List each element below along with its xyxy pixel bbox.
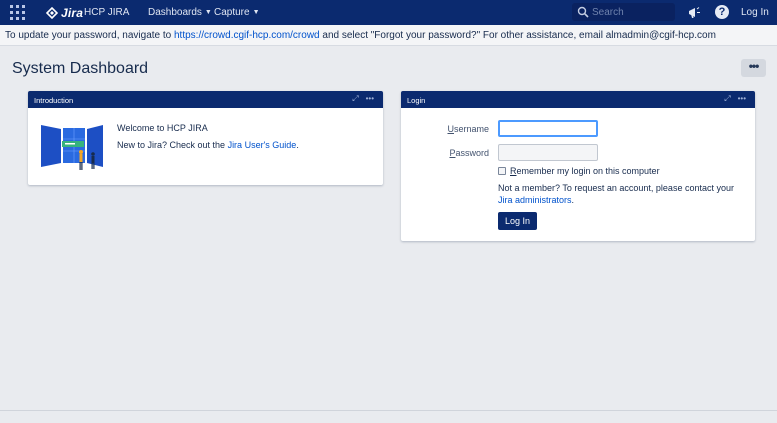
more-icon[interactable]: ••• [366, 94, 374, 104]
new-to-jira-start: New to Jira? Check out the [117, 140, 228, 150]
jira-logo[interactable]: Jira [46, 5, 83, 20]
not-a-member-start: Not a member? To request an account, ple… [498, 183, 734, 193]
login-button[interactable]: Log In [498, 212, 537, 230]
gadget-header: Introduction ⤢ ••• [28, 91, 383, 108]
megaphone-icon[interactable] [687, 5, 702, 20]
app-switcher-icon[interactable] [10, 5, 25, 20]
remember-me-label: Remember my login on this computer [510, 166, 660, 176]
password-label: Password [449, 148, 489, 158]
announcement-text-end: and select "Forgot your password?" For o… [319, 30, 716, 41]
username-label: Username [447, 124, 489, 134]
announcement-banner: To update your password, navigate to htt… [0, 25, 777, 46]
expand-icon[interactable]: ⤢ [352, 94, 358, 104]
remember-me-option[interactable]: Remember my login on this computer [498, 166, 660, 176]
user-guide-link[interactable]: Jira User's Guide [228, 140, 297, 150]
gadget-header: Login ⤢ ••• [401, 91, 755, 108]
welcome-text: Welcome to HCP JIRA [117, 123, 208, 133]
dashboards-menu-label: Dashboards [148, 7, 202, 18]
help-icon[interactable]: ? [715, 5, 729, 19]
jira-administrators-link[interactable]: Jira administrators [498, 195, 572, 205]
gadget-title: Login [407, 96, 426, 105]
new-to-jira-end: . [296, 140, 299, 150]
gadget-title: Introduction [34, 96, 74, 105]
chevron-down-icon: ▼ [204, 9, 212, 16]
search-box[interactable] [572, 3, 675, 21]
remember-me-checkbox[interactable] [498, 167, 506, 175]
page-title: System Dashboard [12, 60, 149, 77]
intro-illustration [41, 125, 103, 170]
capture-menu-label: Capture [214, 7, 250, 18]
not-a-member-text: Not a member? To request an account, ple… [498, 182, 743, 206]
password-field[interactable] [498, 144, 598, 161]
top-navigation-bar: Jira HCP JIRA Dashboards ▼ Capture ▼ ? L… [0, 0, 777, 25]
login-gadget: Login ⤢ ••• Username Password Remember m… [401, 91, 755, 241]
more-icon[interactable]: ••• [738, 94, 746, 104]
dashboards-menu[interactable]: Dashboards ▼ [148, 7, 212, 18]
more-actions-button[interactable]: ••• [741, 59, 766, 77]
expand-icon[interactable]: ⤢ [724, 94, 730, 104]
search-input[interactable] [592, 4, 672, 20]
footer-divider [0, 410, 777, 411]
announcement-text-start: To update your password, navigate to [5, 30, 174, 41]
introduction-gadget: Introduction ⤢ ••• Welcome to HCP JIRA N… [28, 91, 383, 185]
search-icon [577, 6, 589, 18]
username-field[interactable] [498, 120, 598, 137]
site-name[interactable]: HCP JIRA [84, 7, 129, 18]
login-link[interactable]: Log In [741, 7, 769, 18]
new-to-jira-text: New to Jira? Check out the Jira User's G… [117, 140, 299, 150]
crowd-link[interactable]: https://crowd.cgif-hcp.com/crowd [174, 30, 320, 41]
capture-menu[interactable]: Capture ▼ [214, 7, 260, 18]
chevron-down-icon: ▼ [252, 9, 260, 16]
jira-logo-icon [46, 6, 58, 19]
not-a-member-end: . [571, 195, 575, 205]
jira-logo-text: Jira [61, 5, 84, 20]
